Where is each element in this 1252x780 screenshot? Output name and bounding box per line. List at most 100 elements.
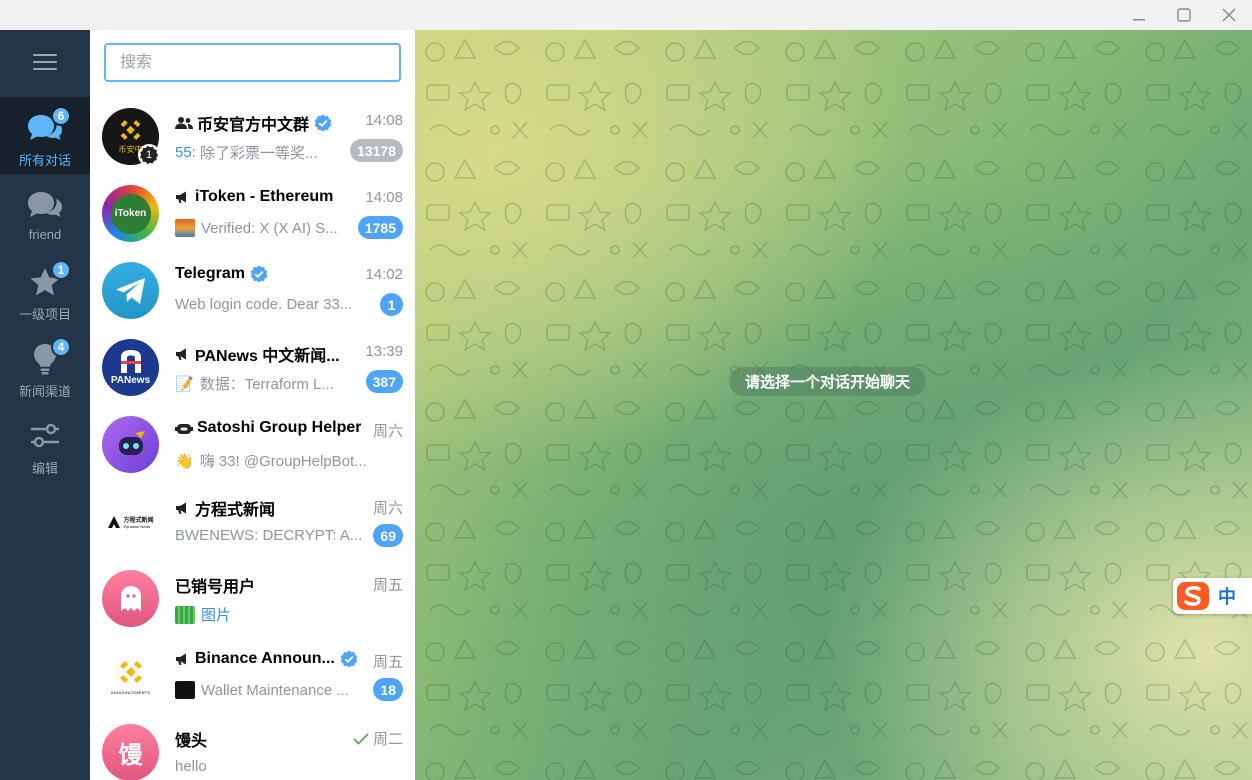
- folder-sidebar: 6 所有对话 friend 1 一级项目 4 新闻渠道 编辑: [0, 30, 90, 780]
- avatar: [102, 570, 159, 627]
- chat-time-row: 周二: [353, 728, 403, 749]
- folder-news-channels[interactable]: 4 新闻渠道: [0, 328, 90, 405]
- unread-count-badge: 1785: [357, 216, 403, 239]
- unread-count-badge: 1: [380, 293, 403, 316]
- message-text: 数据：Terraform L...: [199, 376, 334, 393]
- avatar: 币安中 1: [102, 108, 160, 166]
- chat-name-row: Satoshi Group Helper: [175, 419, 361, 437]
- verified-icon: [250, 265, 268, 283]
- chat-item-binance-announcements[interactable]: ANNOUNCEMENTS Binance Announ... 周五 Walle…: [90, 639, 415, 716]
- wave-icon: 👋: [175, 452, 194, 470]
- megaphone-icon: [175, 652, 191, 666]
- photo-thumbnail: [175, 605, 195, 624]
- chat-item-itoken[interactable]: iToken iToken - Ethereum 14:08 Verified:…: [90, 177, 415, 254]
- chat-time: 14:08: [365, 112, 403, 129]
- unread-badge: 1: [51, 260, 71, 280]
- message-text: BWENEWS: DECRYPT: A...: [175, 527, 363, 544]
- chat-item-equation-news[interactable]: 方程式新闻 Equation News 方程式新闻 周六 BWENEWS: DE…: [90, 485, 415, 562]
- story-indicator[interactable]: 1: [138, 144, 160, 166]
- chat-name-row: 已销号用户: [175, 573, 255, 597]
- avatar: PANews: [102, 339, 159, 396]
- chat-time: 周六: [372, 423, 403, 440]
- chat-item-binance-cn-group[interactable]: 币安中 1 币安官方中文群 14:08 55: 除了彩票一等奖... 13178: [90, 100, 415, 177]
- message-text: 嗨 33! @GroupHelpBot...: [199, 453, 367, 470]
- message-text: Verified: X (X AI) S...: [201, 219, 338, 237]
- ime-toolbar[interactable]: 中: [1173, 578, 1252, 614]
- chat-name-row: Binance Announ...: [175, 650, 358, 668]
- unread-count-badge: 18: [373, 678, 403, 701]
- chat-name-row: 方程式新闻: [175, 496, 275, 520]
- chat-name: 方程式新闻: [195, 502, 276, 519]
- chat-time: 周二: [372, 731, 403, 748]
- chat-name-row: 币安官方中文群: [175, 111, 332, 135]
- maximize-icon: [1177, 8, 1191, 22]
- chat-item-satoshi-helper[interactable]: Satoshi Group Helper 周六 👋 嗨 33! @GroupHel…: [90, 408, 415, 485]
- chat-name: iToken - Ethereum: [195, 188, 334, 205]
- chat-preview: Wallet Maintenance ...: [175, 681, 355, 699]
- chat-preview: 图片: [175, 604, 375, 625]
- verified-icon: [340, 650, 358, 668]
- unread-count-badge: 387: [365, 370, 403, 393]
- verified-icon: [314, 114, 332, 132]
- menu-button[interactable]: [33, 54, 57, 72]
- avatar: iToken: [102, 185, 159, 242]
- close-icon: [1222, 8, 1236, 22]
- robot-icon: [118, 430, 145, 455]
- folder-label: 所有对话: [18, 153, 71, 168]
- megaphone-icon: [175, 190, 191, 204]
- close-button[interactable]: [1206, 0, 1252, 30]
- chat-preview: 55: 除了彩票一等奖...: [175, 142, 340, 163]
- chat-item-panews[interactable]: PANews PANews 中文新闻... 13:39 📝 数据：Terrafor…: [90, 331, 415, 408]
- chat-view-empty: 请选择一个对话开始聊天 中: [415, 30, 1252, 780]
- star-icon: 1: [27, 260, 71, 300]
- lightbulb-icon: 4: [27, 337, 71, 377]
- telegram-logo-icon: [115, 277, 145, 304]
- chat-list-panel: 币安中 1 币安官方中文群 14:08 55: 除了彩票一等奖... 13178…: [90, 30, 415, 780]
- sliders-icon: [27, 418, 63, 454]
- chat-preview: hello: [175, 758, 375, 775]
- chat-name: Telegram: [175, 265, 245, 282]
- folder-level-one[interactable]: 1 一级项目: [0, 251, 90, 328]
- maximize-button[interactable]: [1161, 0, 1207, 30]
- chat-name: Satoshi Group Helper: [197, 419, 362, 436]
- chat-name-row: PANews 中文新闻...: [175, 342, 340, 366]
- avatar-text: PANews: [110, 375, 151, 386]
- minimize-icon: [1133, 19, 1145, 21]
- folder-all-chats[interactable]: 6 所有对话: [0, 97, 90, 174]
- folder-label: 新闻渠道: [18, 384, 71, 399]
- unread-count-badge: 69: [373, 524, 403, 547]
- ime-mode-label: 中: [1218, 587, 1236, 607]
- chat-preview: BWENEWS: DECRYPT: A...: [175, 527, 365, 544]
- chat-preview: 📝 数据：Terraform L...: [175, 373, 360, 394]
- avatar: [102, 416, 159, 473]
- media-thumbnail: [175, 219, 195, 237]
- minimize-button[interactable]: [1116, 0, 1162, 30]
- chat-preview: 👋 嗨 33! @GroupHelpBot...: [175, 450, 403, 471]
- chat-item-deleted-account[interactable]: 已销号用户 周五 图片: [90, 562, 415, 639]
- folder-label: friend: [28, 227, 62, 242]
- bot-icon: [175, 421, 193, 435]
- chat-item-telegram[interactable]: Telegram 14:02 Web login code. Dear 33..…: [90, 254, 415, 331]
- chat-name: 币安官方中文群: [197, 117, 310, 134]
- chat-name: Binance Announ...: [195, 650, 335, 667]
- folder-friend[interactable]: friend: [0, 174, 90, 251]
- message-text: 除了彩票一等奖...: [200, 145, 318, 162]
- sogou-logo-icon: [1177, 582, 1209, 610]
- ghost-icon: [120, 585, 141, 611]
- chat-item-mantou[interactable]: 馒 馒头 周二 hello: [90, 716, 415, 780]
- unread-badge: 6: [51, 106, 71, 126]
- chat-time: 14:02: [365, 266, 403, 283]
- message-text: hello: [175, 758, 207, 775]
- chat-time: 13:39: [365, 343, 403, 360]
- avatar: 方程式新闻 Equation News: [102, 493, 159, 550]
- folder-edit[interactable]: 编辑: [0, 405, 90, 482]
- search-input[interactable]: [104, 43, 401, 82]
- chat-name-row: iToken - Ethereum: [175, 188, 333, 206]
- chat-name-row: 馒头: [175, 727, 207, 751]
- chat-bubbles-icon: [27, 187, 63, 223]
- chat-name: PANews 中文新闻...: [195, 348, 340, 365]
- chat-time: 周五: [372, 654, 403, 671]
- avatar-text: 方程式新闻: [123, 517, 154, 524]
- chat-time: 14:08: [365, 189, 403, 206]
- avatar-subtext: Equation News: [123, 523, 151, 529]
